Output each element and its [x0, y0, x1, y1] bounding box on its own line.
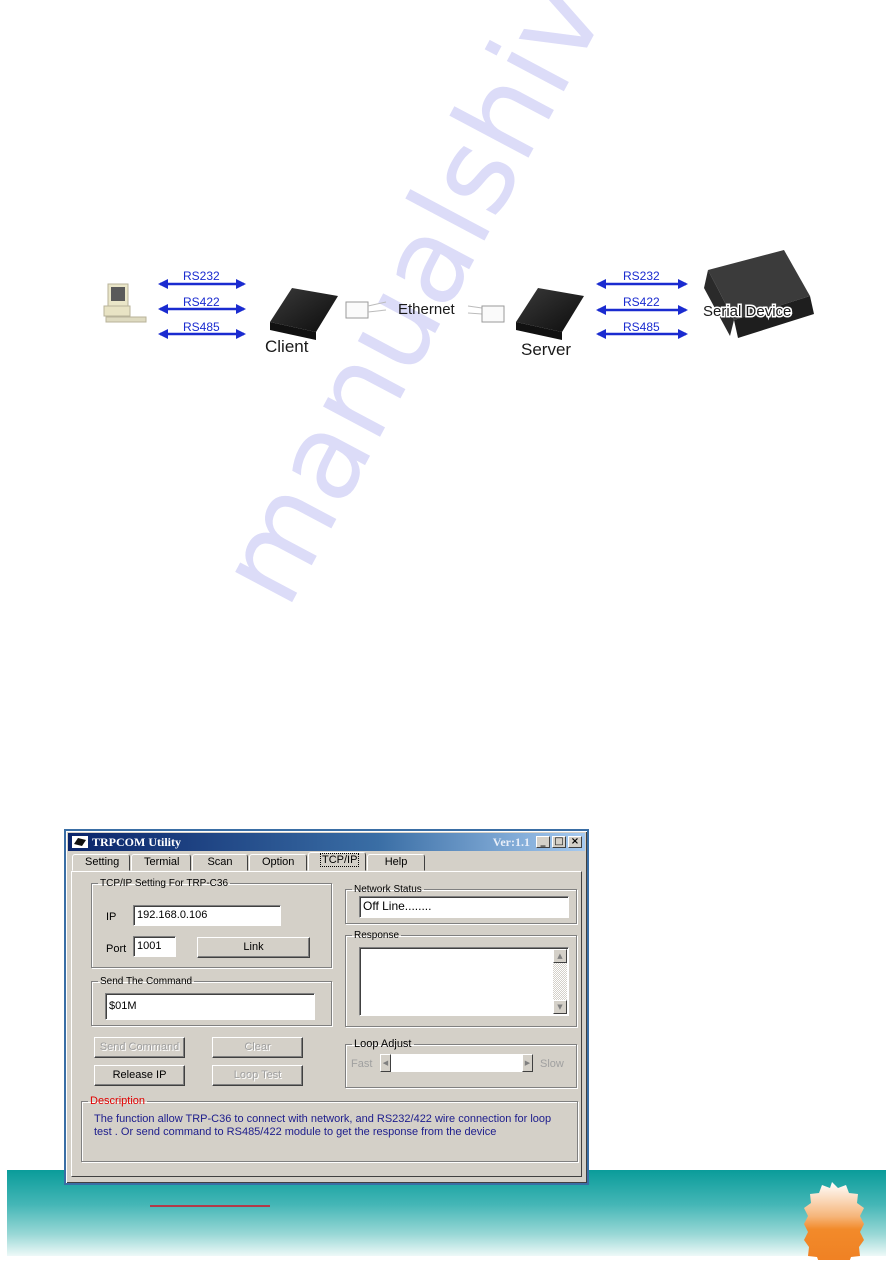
link-label: RS485 — [183, 320, 220, 334]
server-label: Server — [521, 340, 571, 359]
client-converter-icon: Client — [265, 288, 338, 356]
clear-button[interactable]: Clear — [212, 1037, 303, 1058]
response-scrollbar[interactable]: ▲ ▼ — [553, 949, 567, 1014]
network-status-group: Network Status Off Line........ — [345, 884, 577, 924]
trpcom-utility-window: TRPCOM Utility Ver:1.1 _ □ × Setting Ter… — [64, 829, 589, 1185]
version-label: Ver:1.1 — [492, 834, 530, 849]
loop-test-button[interactable]: Loop Test — [212, 1065, 303, 1086]
response-group: Response ▲ ▼ — [345, 930, 577, 1027]
maximize-button[interactable]: □ — [552, 836, 566, 848]
port-label: Port — [106, 943, 127, 955]
tab-terminal[interactable]: Termial — [131, 854, 191, 871]
app-icon — [72, 836, 88, 848]
link-label: RS232 — [183, 269, 220, 283]
tab-help[interactable]: Help — [367, 854, 425, 871]
tab-bar: Setting Termial Scan Option TCP/IP Help — [72, 852, 426, 872]
loop-speed-slider[interactable]: ◀ ▶ — [380, 1054, 533, 1072]
tcpip-settings-group: TCP/IP Setting For TRP-C36 IP 192.168.0.… — [91, 878, 332, 968]
tcpip-settings-legend: TCP/IP Setting For TRP-C36 — [100, 878, 229, 889]
page-badge-icon — [804, 1182, 864, 1260]
close-button[interactable]: × — [568, 836, 582, 848]
right-links: RS232 RS422 RS485 — [596, 269, 688, 339]
send-command-group: Send The Command $01M — [91, 976, 332, 1026]
response-textarea[interactable]: ▲ ▼ — [359, 947, 569, 1016]
description-group: Description The function allow TRP-C36 t… — [81, 1095, 578, 1162]
network-status-legend: Network Status — [354, 884, 422, 895]
footer-link-underline — [150, 1205, 270, 1207]
port-input[interactable]: 1001 — [133, 936, 176, 957]
send-command-button[interactable]: Send Command — [94, 1037, 185, 1058]
ethernet-label: Ethernet — [398, 301, 456, 318]
tab-tcpip[interactable]: TCP/IP — [308, 852, 366, 871]
tcpip-panel: TCP/IP Setting For TRP-C36 IP 192.168.0.… — [71, 871, 582, 1177]
server-converter-icon: Server — [516, 288, 584, 359]
scroll-right-icon[interactable]: ▶ — [522, 1054, 533, 1072]
pc-computer-icon — [103, 283, 147, 323]
tab-scan[interactable]: Scan — [192, 854, 248, 871]
title-bar[interactable]: TRPCOM Utility Ver:1.1 _ □ × — [68, 833, 585, 851]
scroll-down-icon[interactable]: ▼ — [553, 1000, 567, 1014]
fast-label: Fast — [351, 1058, 373, 1070]
ethernet-connector-icon — [467, 305, 505, 323]
link-label: RS422 — [183, 295, 220, 309]
network-diagram: RS232 RS422 RS485 Client Ethernet Server — [80, 240, 820, 380]
window-title: TRPCOM Utility — [92, 834, 181, 849]
ip-input[interactable]: 192.168.0.106 — [133, 905, 281, 926]
scroll-up-icon[interactable]: ▲ — [553, 949, 567, 963]
link-button[interactable]: Link — [197, 937, 310, 958]
link-label: RS422 — [623, 295, 660, 309]
diagram-canvas: RS232 RS422 RS485 Client Ethernet Server — [103, 250, 814, 359]
serial-device-icon: Serial Device — [702, 250, 814, 338]
ethernet-connector-icon: Ethernet — [345, 301, 456, 319]
command-input[interactable]: $01M — [105, 993, 315, 1020]
loop-adjust-legend: Loop Adjust — [354, 1038, 412, 1050]
minimize-button[interactable]: _ — [536, 836, 550, 848]
slow-label: Slow — [540, 1058, 564, 1070]
link-label: RS485 — [623, 320, 660, 334]
left-links: RS232 RS422 RS485 — [158, 269, 246, 339]
response-legend: Response — [354, 930, 400, 941]
release-ip-button[interactable]: Release IP — [94, 1065, 185, 1086]
tab-setting[interactable]: Setting — [72, 854, 130, 871]
tab-option[interactable]: Option — [249, 854, 307, 871]
serial-device-label: Serial Device — [703, 303, 791, 320]
link-label: RS232 — [623, 269, 660, 283]
client-label: Client — [265, 337, 309, 356]
loop-adjust-group: Loop Adjust Fast ◀ ▶ Slow — [345, 1038, 577, 1088]
description-legend: Description — [90, 1095, 146, 1107]
network-status-value: Off Line........ — [359, 896, 569, 918]
scroll-left-icon[interactable]: ◀ — [380, 1054, 391, 1072]
send-command-legend: Send The Command — [100, 976, 193, 987]
ip-label: IP — [106, 911, 117, 923]
description-text: The function allow TRP-C36 to connect wi… — [94, 1113, 552, 1138]
